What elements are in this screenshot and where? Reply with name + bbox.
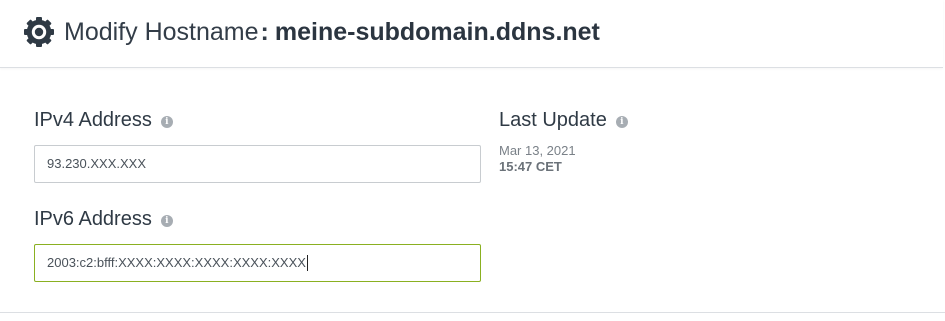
last-update-info-icon[interactable]: i bbox=[615, 115, 628, 128]
page-title-separator: : bbox=[260, 18, 269, 46]
ipv4-info-icon[interactable]: i bbox=[160, 115, 173, 128]
last-update-date: Mar 13, 2021 bbox=[499, 143, 576, 158]
ipv4-address-input[interactable]: 93.230.XXX.XXX bbox=[34, 145, 481, 183]
ipv6-label: IPv6 Address i bbox=[34, 208, 173, 231]
last-update-time: 15:47 CET bbox=[499, 159, 562, 174]
ipv6-info-icon[interactable]: i bbox=[160, 214, 173, 227]
last-update-label: Last Update i bbox=[499, 109, 628, 132]
section-divider bbox=[0, 312, 945, 313]
text-cursor bbox=[306, 254, 308, 271]
hostname-title: meine-subdomain.ddns.net bbox=[274, 18, 600, 46]
page-header: Modify Hostname: meine-subdomain.ddns.net bbox=[0, 0, 943, 68]
modify-hostname-page: Modify Hostname: meine-subdomain.ddns.net… bbox=[0, 0, 945, 321]
last-update-label-text: Last Update bbox=[499, 109, 607, 131]
ipv6-address-value: 2003:c2:bfff:XXXX:XXXX:XXXX:XXXX:XXXX bbox=[47, 255, 306, 270]
gear-icon bbox=[24, 17, 54, 47]
ipv6-label-text: IPv6 Address bbox=[34, 208, 152, 230]
ipv4-label-text: IPv4 Address bbox=[34, 109, 152, 131]
page-title: Modify Hostname: meine-subdomain.ddns.net bbox=[64, 14, 600, 50]
ipv4-address-value: 93.230.XXX.XXX bbox=[47, 156, 147, 171]
ipv4-label: IPv4 Address i bbox=[34, 109, 173, 132]
page-title-prefix: Modify Hostname bbox=[64, 18, 259, 46]
ipv6-address-input[interactable]: 2003:c2:bfff:XXXX:XXXX:XXXX:XXXX:XXXX bbox=[34, 244, 481, 282]
